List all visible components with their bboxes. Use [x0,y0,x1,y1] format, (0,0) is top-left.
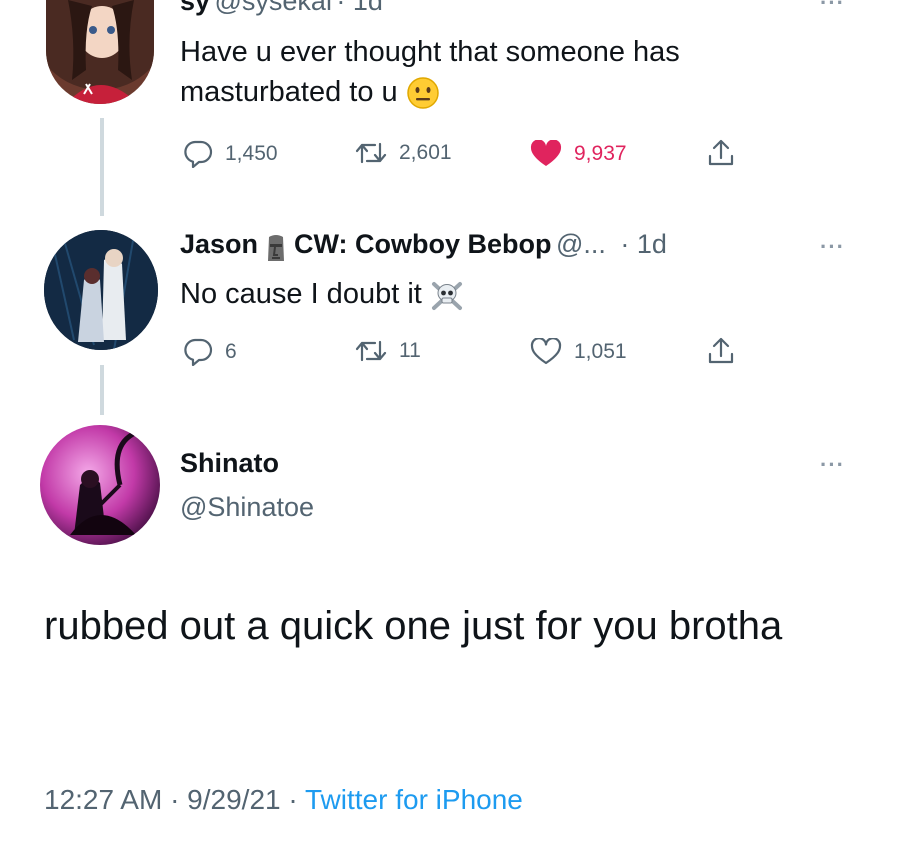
share-icon [708,139,734,166]
tweet2-body: No cause I doubt it [180,274,820,314]
tweet3-source-link[interactable]: Twitter for iPhone [305,784,523,815]
tweet2-retweet-count: 11 [399,339,421,362]
tweet3-timestamp[interactable]: 12:27 AM · 9/29/21 · [44,784,305,815]
tweet2-reply-button[interactable]: 6 [183,338,237,366]
avatar-jason[interactable] [44,230,158,350]
tweet2-reply-count: 6 [225,340,237,363]
share-icon [708,337,734,364]
tweet2-time[interactable]: · 1d [620,229,667,259]
tweet2-retweet-button[interactable]: 11 [355,338,421,364]
tweet2-display-name-suffix[interactable]: CW: Cowboy Bebop [294,229,551,259]
avatar-shinato[interactable] [40,425,160,545]
tweet1-handle[interactable]: @sysekai [215,0,332,16]
retweet-icon [355,340,387,362]
tweet3-more-button[interactable]: ··· [820,452,845,478]
tweet1-like-button[interactable]: 9,937 [530,140,627,168]
tweet1-reply-count: 1,450 [225,142,278,165]
tweet2-handle[interactable]: @... [556,229,606,259]
neutral-face-emoji-icon [406,76,440,110]
tweet1-more-button[interactable]: ··· [820,0,845,16]
tweet1-time[interactable]: · 1d [336,0,383,16]
tweet3-text: rubbed out a quick one just for you brot… [44,604,783,648]
tweet1-retweet-button[interactable]: 2,601 [355,140,452,166]
tweet3-handle[interactable]: @Shinatoe [180,492,314,523]
tweet3-display-name[interactable]: Shinato [180,448,279,479]
reply-icon [184,140,213,168]
tweet1-header: sy @sysekai · 1d [180,0,383,17]
thread-line-1 [100,118,104,216]
thread-line-2 [100,365,104,415]
tweet1-retweet-count: 2,601 [399,141,452,164]
moai-emoji-icon [264,233,288,265]
tweet2-like-button[interactable]: 1,051 [530,338,627,366]
reply-icon [184,338,213,366]
tweet1-like-count: 9,937 [574,142,627,165]
retweet-icon [355,142,387,164]
tweet2-like-count: 1,051 [574,340,627,363]
tweet2-share-button[interactable] [706,336,736,366]
tweet1-body: Have u ever thought that someone has mas… [180,32,820,112]
tweet2-header: Jason CW: Cowboy Bebop @... · 1d [180,229,667,265]
skull-and-crossbones-emoji-icon [430,278,464,312]
tweet1-share-button[interactable] [706,138,736,168]
avatar-sy[interactable] [46,0,154,104]
heart-outline-icon [530,338,562,365]
heart-filled-icon [530,140,562,166]
tweet3-meta: 12:27 AM · 9/29/21 · Twitter for iPhone [44,784,523,816]
tweet2-text: No cause I doubt it [180,278,422,310]
tweet2-more-button[interactable]: ··· [820,234,845,260]
tweet1-display-name[interactable]: sy [180,0,210,16]
tweet1-reply-button[interactable]: 1,450 [183,140,278,168]
tweet2-display-name-prefix[interactable]: Jason [180,229,258,259]
